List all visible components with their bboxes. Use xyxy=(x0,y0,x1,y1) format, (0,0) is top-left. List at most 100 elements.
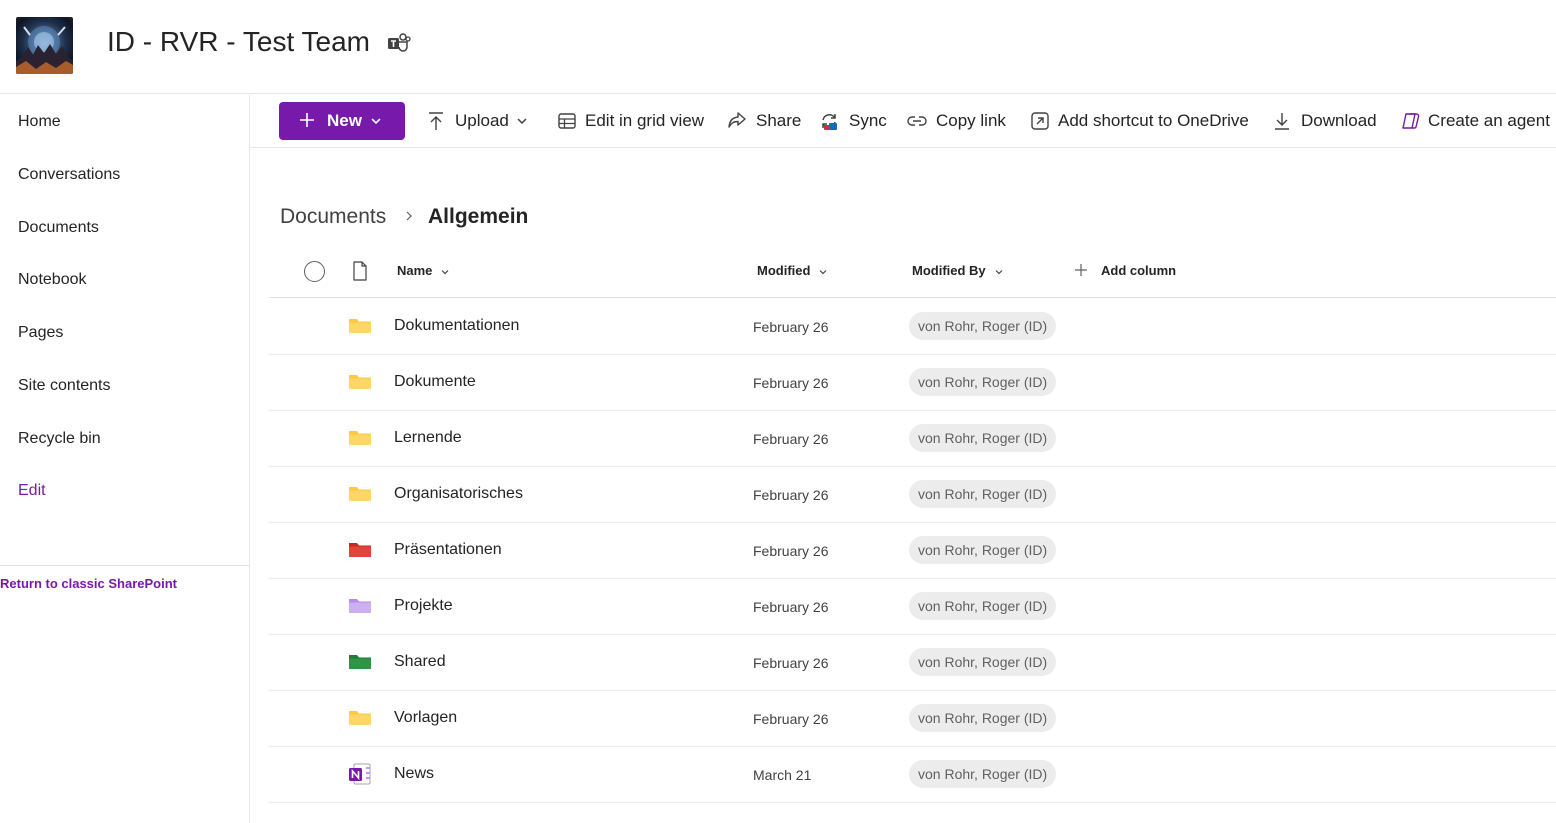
item-name[interactable]: Projekte xyxy=(394,596,453,616)
add-shortcut-label: Add shortcut to OneDrive xyxy=(1058,111,1249,130)
edit-grid-view-label: Edit in grid view xyxy=(585,111,705,130)
table-row[interactable]: Lernende February 26 von Rohr, Roger (ID… xyxy=(269,411,1556,467)
table-row[interactable]: Präsentationen February 26 von Rohr, Rog… xyxy=(269,523,1556,579)
item-name[interactable]: Präsentationen xyxy=(394,540,502,560)
folder-icon xyxy=(349,487,371,501)
share-button[interactable]: Share xyxy=(726,108,802,134)
column-header-modified-by[interactable]: Modified By xyxy=(912,263,1004,278)
chevron-down-icon xyxy=(995,269,1003,274)
nav-item-conversations[interactable]: Conversations xyxy=(18,165,120,185)
chevron-down-icon xyxy=(517,118,527,125)
plus-icon xyxy=(300,113,314,127)
nav-item-pages[interactable]: Pages xyxy=(18,323,63,343)
item-modified: February 26 xyxy=(753,487,829,503)
upload-button[interactable]: Upload xyxy=(425,108,533,134)
site-title: ID - RVR - Test Team xyxy=(107,26,370,57)
item-name[interactable]: Vorlagen xyxy=(394,708,457,728)
teams-icon[interactable] xyxy=(387,32,411,54)
item-modified: February 26 xyxy=(753,599,829,615)
table-row[interactable]: Organisatorisches February 26 von Rohr, … xyxy=(269,467,1556,523)
item-modified-by[interactable]: von Rohr, Roger (ID) xyxy=(909,424,1057,452)
folder-icon xyxy=(349,599,371,613)
add-column-button[interactable]: Add column xyxy=(1101,263,1176,278)
item-modified: February 26 xyxy=(753,431,829,447)
item-name[interactable]: Lernende xyxy=(394,428,462,448)
table-row[interactable]: Projekte February 26 von Rohr, Roger (ID… xyxy=(269,579,1556,635)
nav-item-site-contents[interactable]: Site contents xyxy=(18,376,111,396)
sync-label: Sync xyxy=(849,111,887,130)
item-name[interactable]: Dokumente xyxy=(394,372,476,392)
column-header-modified[interactable]: Modified xyxy=(757,263,828,278)
nav-divider xyxy=(0,565,249,566)
add-shortcut-button[interactable]: Add shortcut to OneDrive xyxy=(1029,108,1251,134)
agent-icon xyxy=(1402,113,1420,129)
site-logo[interactable] xyxy=(16,17,73,74)
command-bar: New Upload Edit in grid view Share Sync … xyxy=(250,95,1556,148)
chevron-down-icon xyxy=(441,269,449,274)
chevron-right-icon xyxy=(406,211,412,221)
return-to-classic-link[interactable]: Return to classic SharePoint xyxy=(0,576,177,591)
download-button[interactable]: Download xyxy=(1271,108,1379,134)
upload-icon xyxy=(429,112,443,130)
item-modified: February 26 xyxy=(753,711,829,727)
item-name[interactable]: News xyxy=(394,764,434,784)
nav-item-recycle-bin[interactable]: Recycle bin xyxy=(18,429,101,449)
sync-icon xyxy=(822,114,837,130)
folder-icon xyxy=(349,319,371,333)
nav-item-home[interactable]: Home xyxy=(18,112,61,132)
download-label: Download xyxy=(1301,111,1377,130)
folder-icon xyxy=(349,711,371,725)
item-modified-by[interactable]: von Rohr, Roger (ID) xyxy=(909,592,1057,620)
onenote-icon xyxy=(349,763,371,785)
item-modified-by[interactable]: von Rohr, Roger (ID) xyxy=(909,704,1057,732)
download-icon xyxy=(1275,113,1289,130)
copy-link-label: Copy link xyxy=(936,111,1006,130)
plus-icon xyxy=(1075,264,1087,276)
share-label: Share xyxy=(756,111,802,130)
new-button[interactable]: New xyxy=(279,102,405,140)
breadcrumb-documents[interactable]: Documents xyxy=(280,203,386,231)
item-modified: February 26 xyxy=(753,319,829,335)
item-modified-by[interactable]: von Rohr, Roger (ID) xyxy=(909,648,1057,676)
chevron-down-icon xyxy=(820,269,827,274)
chevron-down-icon xyxy=(371,118,381,125)
grid-icon xyxy=(558,113,576,129)
copy-link-button[interactable]: Copy link xyxy=(906,108,1008,134)
new-button-label: New xyxy=(327,111,362,130)
nav-item-notebook[interactable]: Notebook xyxy=(18,270,87,290)
create-agent-label: Create an agent xyxy=(1428,111,1550,130)
nav-edit-link[interactable]: Edit xyxy=(18,481,46,501)
item-modified-by[interactable]: von Rohr, Roger (ID) xyxy=(909,312,1057,340)
nav-item-documents[interactable]: Documents xyxy=(18,218,99,238)
item-modified-by[interactable]: von Rohr, Roger (ID) xyxy=(909,480,1057,508)
column-modified-label: Modified xyxy=(757,263,811,278)
share-icon xyxy=(728,112,746,128)
item-name[interactable]: Dokumentationen xyxy=(394,316,519,336)
item-name[interactable]: Shared xyxy=(394,652,446,672)
edit-grid-view-button[interactable]: Edit in grid view xyxy=(556,108,706,134)
select-all-checkbox[interactable] xyxy=(304,261,325,282)
item-modified: February 26 xyxy=(753,655,829,671)
table-row[interactable]: Shared February 26 von Rohr, Roger (ID) xyxy=(269,635,1556,691)
item-modified-by[interactable]: von Rohr, Roger (ID) xyxy=(909,536,1057,564)
item-modified: February 26 xyxy=(753,543,829,559)
item-modified: March 21 xyxy=(753,767,812,783)
item-modified-by[interactable]: von Rohr, Roger (ID) xyxy=(909,760,1057,788)
file-type-icon xyxy=(353,261,367,281)
site-header: ID - RVR - Test Team xyxy=(0,0,1556,94)
item-modified: February 26 xyxy=(753,375,829,391)
item-modified-by[interactable]: von Rohr, Roger (ID) xyxy=(909,368,1057,396)
item-name[interactable]: Organisatorisches xyxy=(394,484,523,504)
sync-button[interactable]: Sync xyxy=(818,108,887,134)
upload-label: Upload xyxy=(455,111,509,130)
folder-icon xyxy=(349,655,371,669)
folder-icon xyxy=(349,543,371,557)
table-row[interactable]: News March 21 von Rohr, Roger (ID) xyxy=(269,747,1556,803)
folder-icon xyxy=(349,375,371,389)
table-row[interactable]: Vorlagen February 26 von Rohr, Roger (ID… xyxy=(269,691,1556,747)
table-row[interactable]: Dokumente February 26 von Rohr, Roger (I… xyxy=(269,355,1556,411)
table-row[interactable]: Dokumentationen February 26 von Rohr, Ro… xyxy=(269,299,1556,355)
create-agent-button[interactable]: Create an agent xyxy=(1399,108,1550,134)
list-header: Name Modified Modified By Add column xyxy=(269,246,1556,298)
column-header-name[interactable]: Name xyxy=(397,263,450,278)
